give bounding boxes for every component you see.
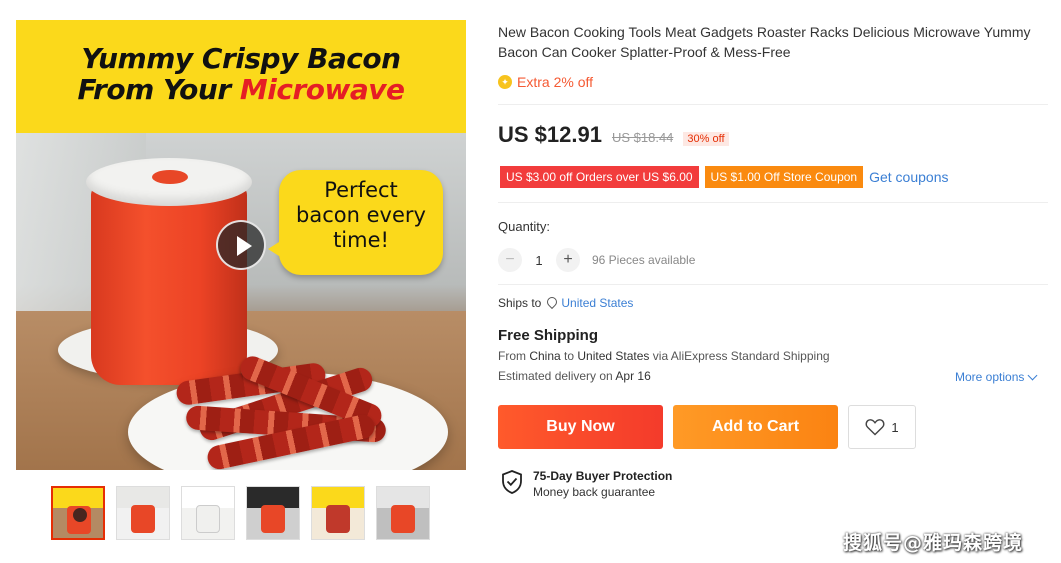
estimated-delivery: Estimated delivery on Apr 16 <box>498 369 651 383</box>
buy-now-button[interactable]: Buy Now <box>498 405 663 449</box>
cooker-lid-knob <box>152 170 188 184</box>
thumbnail-5[interactable] <box>311 486 365 540</box>
coupon-row: US $3.00 off Orders over US $6.00 US $1.… <box>500 166 948 188</box>
banner-line2-highlight: Microwave <box>239 73 405 106</box>
route-origin: China <box>529 349 561 363</box>
wishlist-count: 1 <box>891 419 899 435</box>
more-options-label: More options <box>955 370 1025 384</box>
thumbnail-1[interactable] <box>51 486 105 540</box>
shield-check-icon <box>502 470 522 494</box>
extra-discount-text: Extra 2% off <box>517 74 594 90</box>
thumbnail-cooker <box>131 505 155 533</box>
route-from: From <box>498 349 530 363</box>
route-destination: United States <box>577 349 650 363</box>
thumbnail-4[interactable] <box>246 486 300 540</box>
route-via: via AliExpress Standard Shipping <box>649 349 830 363</box>
discount-badge: 30% off <box>683 132 729 146</box>
divider <box>498 202 1048 203</box>
chevron-down-icon <box>1027 370 1038 380</box>
wishlist-button[interactable]: 1 <box>848 405 916 449</box>
quantity-increase-button[interactable]: + <box>556 248 580 272</box>
ships-to-label: Ships to <box>498 296 542 310</box>
speech-bubble-text: Perfect bacon every time! <box>279 178 443 253</box>
original-price: US $18.44 <box>611 130 674 145</box>
delivery-prefix: Estimated delivery on <box>498 369 616 383</box>
watermark: 搜狐号@雅玛森跨境 <box>843 532 1024 554</box>
more-options-link[interactable]: More options <box>955 370 1038 384</box>
route-to: to <box>560 349 578 363</box>
banner-headline-line1: Yummy Crispy Bacon <box>81 42 401 75</box>
store-coupon[interactable]: US $1.00 Off Store Coupon <box>704 166 864 188</box>
thumbnail-cooker <box>261 505 285 533</box>
extra-discount-badge: ✦ Extra 2% off <box>498 74 593 90</box>
quantity-value[interactable]: 1 <box>532 253 546 268</box>
thumbnail-6[interactable] <box>376 486 430 540</box>
ships-to-row: Ships to United States <box>498 296 633 310</box>
thumbnail-3[interactable] <box>181 486 235 540</box>
thumbnail-cooker <box>196 505 220 533</box>
shipping-route: From China to United States via AliExpre… <box>498 349 830 363</box>
quantity-decrease-button[interactable]: − <box>498 248 522 272</box>
pieces-available: 96 Pieces available <box>592 253 696 267</box>
location-pin-icon <box>546 297 556 309</box>
bacon-cooker-body <box>91 185 247 385</box>
thumbnail-cooker <box>391 505 415 533</box>
thumbnail-top <box>53 488 103 508</box>
thumbnail-cooker <box>326 505 350 533</box>
free-shipping-title: Free Shipping <box>498 327 599 344</box>
price-row: US $12.91 US $18.44 30% off <box>498 122 729 148</box>
buyer-protection-title: 75-Day Buyer Protection <box>533 469 673 483</box>
thumbnail-2[interactable] <box>116 486 170 540</box>
video-play-icon[interactable] <box>216 220 266 270</box>
order-coupon[interactable]: US $3.00 off Orders over US $6.00 <box>500 166 699 188</box>
bubble-line-3: time! <box>333 228 389 252</box>
delivery-date: Apr 16 <box>615 369 651 383</box>
banner-line2-prefix: From Your <box>77 73 240 106</box>
thumbnail-play-icon <box>73 508 87 522</box>
buyer-protection: 75-Day Buyer Protection Money back guara… <box>500 469 672 499</box>
bubble-line-1: Perfect <box>324 178 398 202</box>
get-coupons-link[interactable]: Get coupons <box>869 169 948 185</box>
coin-icon: ✦ <box>498 75 512 89</box>
banner-headline-line2: From Your Microwave <box>16 73 466 106</box>
ships-to-country[interactable]: United States <box>561 296 633 310</box>
quantity-label: Quantity: <box>498 219 551 234</box>
quantity-stepper: − 1 + 96 Pieces available <box>498 248 695 272</box>
bubble-line-2: bacon every <box>296 203 426 227</box>
buyer-protection-subtitle: Money back guarantee <box>533 485 656 499</box>
current-price: US $12.91 <box>498 122 602 147</box>
divider <box>498 284 1048 285</box>
thumbnail-strip <box>51 486 430 540</box>
heart-icon <box>865 419 885 436</box>
buyer-protection-text: 75-Day Buyer Protection Money back guara… <box>533 469 672 499</box>
add-to-cart-button[interactable]: Add to Cart <box>673 405 838 449</box>
divider <box>498 104 1048 105</box>
product-title: New Bacon Cooking Tools Meat Gadgets Roa… <box>498 24 1031 60</box>
main-product-image[interactable]: Yummy Crispy Bacon From Your Microwave P… <box>16 20 466 470</box>
